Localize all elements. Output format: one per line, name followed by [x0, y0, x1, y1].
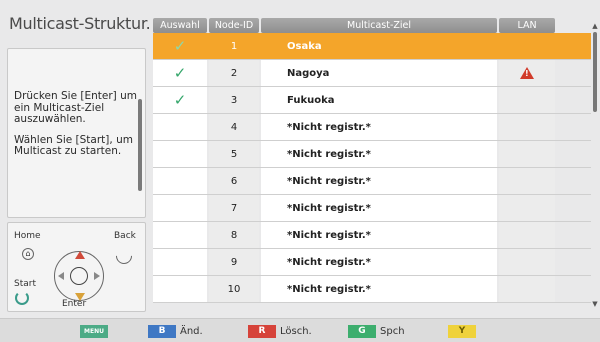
dpad-left-icon[interactable] [58, 272, 64, 280]
check-icon: ✓ [173, 91, 187, 109]
home-label: Home [14, 231, 41, 241]
lan-cell [499, 114, 555, 140]
table-row[interactable]: 8 *Nicht registr.* [153, 222, 591, 249]
y-key[interactable]: Y [448, 325, 476, 338]
selection-cell[interactable]: ✓ [153, 87, 207, 113]
selection-cell[interactable]: ✓ [153, 60, 207, 86]
scroll-up-icon[interactable]: ▲ [592, 22, 598, 30]
scroll-thumb[interactable] [593, 32, 597, 112]
selection-cell[interactable] [153, 195, 207, 221]
selection-cell[interactable] [153, 114, 207, 140]
lan-cell [499, 168, 555, 194]
dpad-up-icon[interactable] [75, 251, 85, 259]
selection-cell[interactable] [153, 141, 207, 167]
target-cell: *Nicht registr.* [261, 276, 497, 302]
dpad-icon[interactable] [54, 251, 104, 301]
target-cell: Osaka [261, 33, 497, 59]
scroll-down-icon[interactable]: ▼ [592, 300, 598, 308]
col-header-node-id: Node-ID [209, 18, 259, 33]
back-icon[interactable] [112, 244, 136, 268]
left-panel: Multicast-Struktur. Drücken Sie [Enter] … [5, 8, 151, 312]
node-id-cell: 2 [209, 60, 259, 86]
check-icon: ✓ [173, 37, 187, 55]
g-key-label: Spch [380, 326, 405, 337]
table-row[interactable]: 9 *Nicht registr.* [153, 249, 591, 276]
help-scrollbar[interactable] [138, 99, 142, 191]
check-icon: ✓ [173, 64, 187, 82]
target-cell: Fukuoka [261, 87, 497, 113]
table-row[interactable]: 4 *Nicht registr.* [153, 114, 591, 141]
page-title: Multicast-Struktur. [9, 14, 151, 33]
target-cell: *Nicht registr.* [261, 141, 497, 167]
table-row[interactable]: 10 *Nicht registr.* [153, 276, 591, 303]
b-key[interactable]: B [148, 325, 176, 338]
enter-label: Enter [62, 299, 87, 309]
help-box: Drücken Sie [Enter] um ein Multicast-Zie… [7, 48, 146, 218]
selection-cell[interactable] [153, 222, 207, 248]
table-row[interactable]: 5 *Nicht registr.* [153, 141, 591, 168]
b-key-label: Änd. [180, 326, 203, 337]
table-row[interactable]: ✓ 1 Osaka [153, 33, 591, 60]
node-id-cell: 9 [209, 249, 259, 275]
target-cell: *Nicht registr.* [261, 249, 497, 275]
table-row[interactable]: 7 *Nicht registr.* [153, 195, 591, 222]
warning-icon: ! [520, 67, 534, 79]
col-header-target: Multicast-Ziel [261, 18, 497, 33]
lan-cell [499, 87, 555, 113]
table-body: ✓ 1 Osaka ✓ 2 Nagoya! ✓ 3 Fukuoka 4 *Nicht registr… [153, 33, 591, 303]
dpad-right-icon[interactable] [94, 272, 100, 280]
selection-cell[interactable] [153, 168, 207, 194]
help-text-start: Wählen Sie [Start], um Multicast zu star… [14, 133, 133, 157]
table-header: Auswahl Node-ID Multicast-Ziel LAN [153, 18, 591, 33]
table-row[interactable]: ✓ 2 Nagoya! [153, 60, 591, 87]
lan-cell [499, 33, 555, 59]
start-icon[interactable] [15, 291, 29, 305]
lan-cell [499, 249, 555, 275]
col-header-lan: LAN [499, 18, 555, 33]
target-cell: *Nicht registr.* [261, 222, 497, 248]
remote-control-diagram: Home ⌂ Back Start Enter [7, 222, 146, 312]
target-cell: *Nicht registr.* [261, 114, 497, 140]
node-id-cell: 8 [209, 222, 259, 248]
lan-cell [499, 222, 555, 248]
node-id-cell: 6 [209, 168, 259, 194]
col-header-selection: Auswahl [153, 18, 207, 33]
node-id-cell: 1 [209, 33, 259, 59]
g-key[interactable]: G [348, 325, 376, 338]
menu-key[interactable]: MENU [80, 325, 108, 338]
lan-cell [499, 195, 555, 221]
back-label: Back [114, 231, 136, 241]
table-row[interactable]: ✓ 3 Fukuoka [153, 87, 591, 114]
multicast-table: Auswahl Node-ID Multicast-Ziel LAN ✓ 1 Osa… [153, 18, 591, 311]
node-id-cell: 4 [209, 114, 259, 140]
footer-key-bar: MENU B Änd. R Lösch. G Spch Y [0, 318, 600, 342]
lan-cell: ! [499, 60, 555, 86]
r-key[interactable]: R [248, 325, 276, 338]
node-id-cell: 5 [209, 141, 259, 167]
node-id-cell: 3 [209, 87, 259, 113]
selection-cell[interactable] [153, 276, 207, 302]
help-text-select: Drücken Sie [Enter] um ein Multicast-Zie… [14, 90, 137, 125]
enter-icon[interactable] [70, 267, 88, 285]
selection-cell[interactable]: ✓ [153, 33, 207, 59]
target-cell: Nagoya [261, 60, 497, 86]
lan-cell [499, 276, 555, 302]
node-id-cell: 10 [209, 276, 259, 302]
table-scrollbar[interactable]: ▲ ▼ [592, 22, 598, 310]
r-key-label: Lösch. [280, 326, 312, 337]
table-row[interactable]: 6 *Nicht registr.* [153, 168, 591, 195]
target-cell: *Nicht registr.* [261, 195, 497, 221]
lan-cell [499, 141, 555, 167]
home-icon[interactable]: ⌂ [22, 248, 34, 260]
target-cell: *Nicht registr.* [261, 168, 497, 194]
start-label: Start [14, 279, 36, 289]
node-id-cell: 7 [209, 195, 259, 221]
selection-cell[interactable] [153, 249, 207, 275]
